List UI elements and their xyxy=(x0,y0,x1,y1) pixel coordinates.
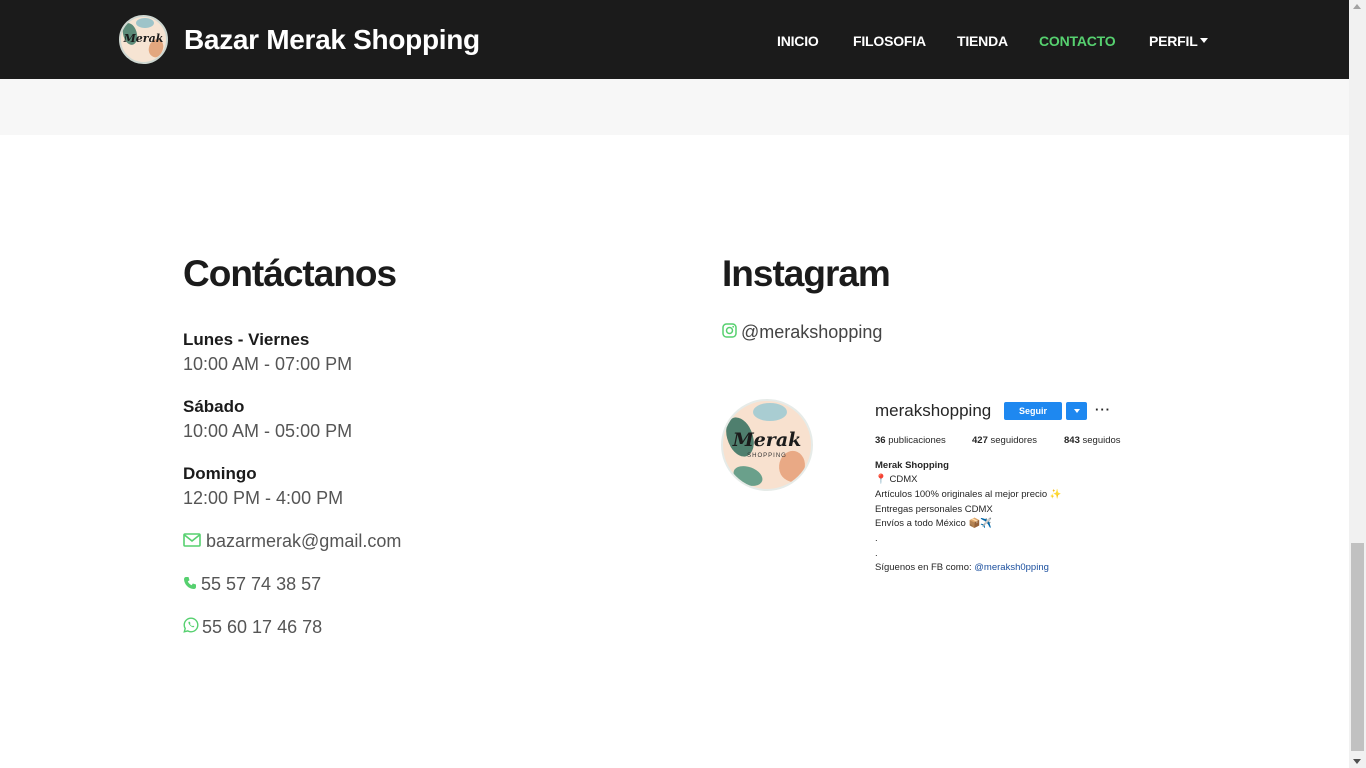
instagram-avatar[interactable]: Merak SHOPPING xyxy=(721,399,813,491)
bio-line: Envíos a todo México 📦✈️ xyxy=(875,518,993,529)
instagram-handle-link[interactable]: @merakshopping xyxy=(722,322,882,343)
bio-name: Merak Shopping xyxy=(875,460,949,471)
followers-count: 427 xyxy=(972,435,988,446)
bio-dot: . xyxy=(875,533,878,544)
nav-link-filosofia[interactable]: FILOSOFIA xyxy=(853,33,926,49)
scroll-down-arrow-icon[interactable] xyxy=(1353,759,1361,764)
bio-line: Entregas personales CDMX xyxy=(875,504,993,515)
bio-location: 📍 CDMX xyxy=(875,474,918,485)
envelope-icon xyxy=(183,531,201,552)
following-label: seguidos xyxy=(1082,435,1121,446)
nav-link-contacto[interactable]: CONTACTO xyxy=(1039,33,1116,49)
contact-title: Contáctanos xyxy=(183,253,397,294)
nav-link-inicio[interactable]: INICIO xyxy=(777,33,819,49)
follow-button[interactable]: Seguir xyxy=(1004,402,1062,420)
instagram-username: merakshopping xyxy=(875,401,992,420)
avatar-leaf-decoration xyxy=(730,462,766,489)
schedule-day: Sábado xyxy=(183,397,245,416)
instagram-icon xyxy=(722,322,737,343)
bio-dot: . xyxy=(875,548,878,559)
chevron-down-icon xyxy=(1199,38,1208,43)
nav-link-tienda[interactable]: TIENDA xyxy=(957,33,1008,49)
schedule-hours: 12:00 PM - 4:00 PM xyxy=(183,488,344,508)
instagram-handle: @merakshopping xyxy=(741,322,883,342)
more-options-icon[interactable]: ··· xyxy=(1095,402,1111,417)
schedule-hours: 10:00 AM - 05:00 PM xyxy=(183,421,353,441)
whatsapp-contact[interactable]: 55 60 17 46 78 xyxy=(183,617,322,638)
following-count: 843 xyxy=(1064,435,1080,446)
schedule-hours: 10:00 AM - 07:00 PM xyxy=(183,354,353,374)
nav-link-perfil-label: PERFIL xyxy=(1149,33,1198,49)
followers-label: seguidores xyxy=(990,435,1037,446)
instagram-title: Instagram xyxy=(722,253,891,294)
avatar-logo-text: Merak xyxy=(732,429,802,451)
nav-link-perfil-dropdown[interactable]: PERFIL xyxy=(1149,33,1208,49)
brand-logo-text: Merak xyxy=(123,32,164,45)
following-stat: 843 seguidos xyxy=(1064,435,1121,446)
scrollbar-thumb[interactable] xyxy=(1351,543,1364,751)
avatar-logo-subtext: SHOPPING xyxy=(747,453,787,459)
logo-leaf-decoration xyxy=(136,18,154,28)
scroll-up-arrow-icon[interactable] xyxy=(1353,4,1361,9)
email-address: bazarmerak@gmail.com xyxy=(206,531,402,551)
whatsapp-number: 55 60 17 46 78 xyxy=(202,617,323,637)
top-navbar: Merak Bazar Merak Shopping INICIO FILOSO… xyxy=(0,0,1349,79)
page-header-band xyxy=(0,79,1349,135)
email-contact[interactable]: bazarmerak@gmail.com xyxy=(183,531,401,552)
followers-stat: 427 seguidores xyxy=(972,435,1037,446)
bio-facebook-prefix: Síguenos en FB como: xyxy=(875,562,975,573)
schedule-day: Lunes - Viernes xyxy=(183,330,310,349)
posts-label: publicaciones xyxy=(888,435,946,446)
posts-stat: 36 publicaciones xyxy=(875,435,946,446)
vertical-scrollbar[interactable] xyxy=(1349,0,1366,768)
bio-line: Artículos 100% originales al mejor preci… xyxy=(875,489,1062,500)
brand-title[interactable]: Bazar Merak Shopping xyxy=(184,24,480,56)
phone-icon xyxy=(183,574,197,595)
phone-number: 55 57 74 38 57 xyxy=(201,574,322,594)
schedule-day: Domingo xyxy=(183,464,257,483)
avatar-leaf-decoration xyxy=(753,403,787,421)
phone-contact[interactable]: 55 57 74 38 57 xyxy=(183,574,321,595)
brand-logo[interactable]: Merak xyxy=(119,15,168,64)
posts-count: 36 xyxy=(875,435,886,446)
follow-dropdown-button[interactable] xyxy=(1066,402,1087,420)
bio-facebook: Síguenos en FB como: @meraksh0pping xyxy=(875,562,1049,573)
facebook-handle-link[interactable]: @meraksh0pping xyxy=(974,562,1049,573)
whatsapp-icon xyxy=(183,617,199,638)
